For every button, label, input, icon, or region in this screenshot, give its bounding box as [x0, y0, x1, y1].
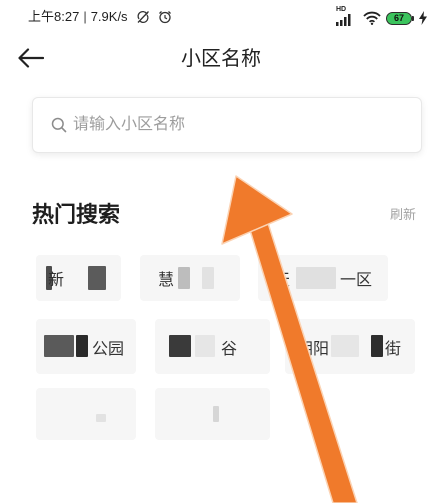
- chip-text: 街: [385, 340, 402, 358]
- cellular-signal-icon: [336, 13, 352, 31]
- status-net-speed: 7.9K/s: [90, 9, 128, 24]
- hot-search-chip[interactable]: 新: [36, 255, 121, 301]
- redaction-block: [96, 414, 106, 422]
- hot-search-chip[interactable]: [155, 388, 270, 440]
- chip-text: 天: [274, 272, 291, 289]
- hot-search-title: 热门搜索: [32, 202, 121, 227]
- chip-text: 朝阳: [297, 340, 330, 358]
- arrow-head: [221, 175, 293, 245]
- alarm-clock-icon: [158, 10, 172, 24]
- search-icon: [51, 117, 67, 138]
- redaction-block: [202, 267, 214, 289]
- status-time: 上午8:27: [28, 9, 80, 24]
- redaction-block: [178, 267, 190, 289]
- chip-text: 一区: [340, 272, 373, 289]
- redaction-block: [331, 335, 359, 357]
- page-title: 小区名称: [181, 48, 261, 70]
- chip-text: 慧: [158, 272, 175, 289]
- refresh-button[interactable]: 刷新: [390, 206, 416, 224]
- hot-search-chip[interactable]: 朝阳 街: [285, 319, 415, 374]
- search-box[interactable]: [32, 97, 422, 153]
- status-bar: 上午8:27 | 7.9K/s HD 67: [0, 0, 442, 36]
- redaction-block: [76, 335, 88, 357]
- redaction-block: [88, 266, 106, 290]
- hot-search-chip[interactable]: 天 一区: [258, 255, 388, 301]
- hot-search-chip[interactable]: 谷: [155, 319, 270, 374]
- battery-nub: [412, 16, 414, 21]
- redaction-block: [195, 335, 215, 357]
- charging-bolt-icon: [418, 11, 428, 30]
- hot-search-chip[interactable]: [36, 388, 136, 440]
- redaction-block: [169, 335, 191, 357]
- redaction-block: [371, 335, 383, 357]
- redaction-block: [44, 335, 74, 357]
- status-right-group: HD 67: [322, 0, 442, 36]
- status-left-group: 上午8:27 | 7.9K/s: [28, 9, 172, 25]
- sync-off-icon: [136, 10, 150, 24]
- redaction-block: [296, 267, 336, 289]
- hot-search-chip[interactable]: 公园: [36, 319, 136, 374]
- hot-search-chip[interactable]: 慧: [140, 255, 240, 301]
- search-input[interactable]: [73, 98, 403, 152]
- status-separator: |: [83, 9, 87, 24]
- network-type-label: HD: [336, 6, 347, 13]
- battery-icon: 67: [386, 12, 412, 25]
- redaction-block: [213, 406, 219, 422]
- wifi-icon: [363, 11, 381, 30]
- redaction-block: [46, 266, 52, 290]
- chip-text: 公园: [92, 340, 125, 358]
- chip-text: 谷: [221, 340, 238, 358]
